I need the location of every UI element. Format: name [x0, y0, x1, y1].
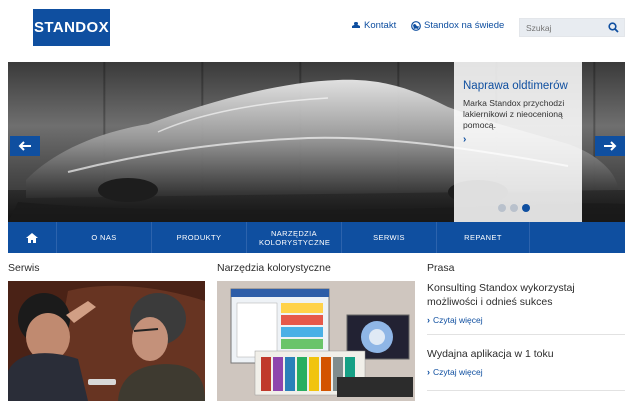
- nav-narzedzia[interactable]: NARZĘDZIA KOLORYSTYCZNE: [247, 222, 342, 253]
- chevron-right-icon: ›: [427, 315, 430, 325]
- chevron-right-icon: ›: [427, 367, 430, 377]
- nav-home[interactable]: [8, 222, 57, 253]
- search-input[interactable]: [520, 19, 604, 36]
- press-title[interactable]: Konsulting Standox wykorzystaj możliwośc…: [427, 281, 625, 309]
- nav-repanet[interactable]: REPANET: [437, 222, 530, 253]
- logo-text: STANDOX: [33, 19, 110, 36]
- search-icon[interactable]: [608, 22, 619, 33]
- hero-caption-card[interactable]: Naprawa oldtimerów Marka Standox przycho…: [454, 62, 582, 222]
- slider-dots: [498, 204, 530, 212]
- arrow-right-icon: [604, 141, 617, 151]
- slider-prev-button[interactable]: [10, 136, 40, 156]
- read-more-link[interactable]: › Czytaj więcej: [427, 367, 625, 377]
- read-more-link[interactable]: › Czytaj więcej: [427, 315, 625, 325]
- read-more-label: Czytaj więcej: [433, 315, 483, 325]
- person-icon: [352, 21, 360, 28]
- slider-next-button[interactable]: [595, 136, 625, 156]
- world-link-label: Standox na świede: [424, 20, 505, 31]
- nav-narzedzia-label: NARZĘDZIA KOLORYSTYCZNE: [259, 228, 331, 247]
- software-screens-photo: [217, 281, 415, 401]
- main-navigation: O NAS PRODUKTY NARZĘDZIA KOLORYSTYCZNE S…: [8, 222, 625, 253]
- hero-text: Marka Standox przychodzi lakiernikowi z …: [463, 98, 565, 130]
- press-title[interactable]: Wydajna aplikacja w 1 toku: [427, 347, 625, 361]
- hero-more-link[interactable]: ›: [463, 134, 466, 145]
- nav-o-nas[interactable]: O NAS: [57, 222, 152, 253]
- slider-dot[interactable]: [510, 204, 518, 212]
- divider: [427, 390, 625, 391]
- slider-dot[interactable]: [498, 204, 506, 212]
- contact-link-label: Kontakt: [364, 20, 397, 31]
- section-title-prasa[interactable]: Prasa: [427, 262, 454, 274]
- divider: [427, 334, 625, 335]
- hero-title: Naprawa oldtimerów: [463, 80, 568, 92]
- section-title-narzedzia[interactable]: Narzędzia kolorystyczne: [217, 262, 331, 274]
- arrow-left-icon: [18, 141, 31, 151]
- world-link[interactable]: Standox na świede: [411, 20, 504, 31]
- contact-link[interactable]: Kontakt: [351, 20, 396, 31]
- serwis-photo[interactable]: [8, 281, 205, 401]
- read-more-label: Czytaj więcej: [433, 367, 483, 377]
- search-box: [519, 18, 625, 37]
- two-men-photo: [8, 281, 205, 401]
- slider-dot-active[interactable]: [522, 204, 530, 212]
- nav-filler: [530, 222, 625, 253]
- narzedzia-photo[interactable]: [217, 281, 415, 401]
- press-item: Konsulting Standox wykorzystaj możliwośc…: [427, 281, 625, 325]
- globe-icon: [411, 20, 421, 31]
- nav-serwis[interactable]: SERWIS: [342, 222, 437, 253]
- press-item: Wydajna aplikacja w 1 toku › Czytaj więc…: [427, 347, 625, 377]
- home-icon: [26, 232, 38, 243]
- nav-produkty[interactable]: PRODUKTY: [152, 222, 247, 253]
- standox-logo[interactable]: STANDOX: [33, 9, 110, 46]
- section-title-serwis[interactable]: Serwis: [8, 262, 40, 274]
